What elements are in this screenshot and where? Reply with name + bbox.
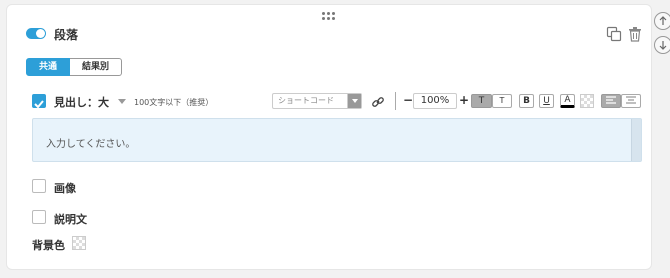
paragraph-text-input[interactable]: 入力してください。 [32, 118, 642, 162]
description-checkbox[interactable] [32, 210, 46, 224]
tab-common[interactable]: 共通 [26, 58, 71, 76]
arrow-up-icon [659, 16, 667, 25]
shortcode-select-label: ショートコード [278, 96, 334, 105]
description-label: 説明文 [54, 213, 87, 226]
background-color-label: 背景色 [32, 239, 65, 252]
align-center-icon [626, 96, 636, 104]
drag-handle-icon[interactable] [322, 12, 336, 22]
scrollbar[interactable] [631, 119, 641, 161]
zoom-level-field[interactable]: 100% [413, 93, 457, 109]
chevron-down-icon[interactable] [118, 99, 126, 104]
link-icon[interactable] [371, 94, 385, 108]
text-size-large-button[interactable]: T [471, 94, 492, 108]
zoom-in-button[interactable]: + [459, 93, 469, 107]
shortcode-select[interactable]: ショートコード [272, 93, 362, 109]
check-icon [34, 100, 44, 109]
toolbar-divider [395, 92, 396, 110]
bold-button[interactable]: B [519, 94, 534, 108]
background-color-swatch[interactable] [72, 236, 86, 250]
block-title: 段落 [54, 28, 79, 42]
copy-icon[interactable] [606, 26, 622, 42]
image-checkbox[interactable] [32, 179, 46, 193]
font-color-button[interactable]: A [560, 94, 575, 108]
heading-size-label[interactable]: 見出し：大 [54, 94, 109, 110]
input-placeholder: 入力してください。 [46, 139, 136, 150]
heading-hint: 100文字以下（推奨） [134, 98, 214, 107]
image-label: 画像 [54, 182, 76, 195]
align-left-icon [606, 96, 616, 104]
move-down-button[interactable] [654, 36, 670, 54]
underline-button[interactable]: U [539, 94, 554, 108]
text-size-small-button[interactable]: T [492, 94, 512, 108]
chevron-down-icon [347, 94, 361, 108]
move-up-button[interactable] [654, 12, 670, 30]
heading-checkbox[interactable] [32, 94, 46, 109]
block-enable-toggle[interactable] [26, 28, 46, 39]
align-left-button[interactable] [601, 94, 621, 108]
trash-icon[interactable] [627, 26, 643, 42]
tab-by-result[interactable]: 結果別 [70, 58, 123, 76]
zoom-out-button[interactable]: − [403, 93, 413, 107]
arrow-down-icon [659, 41, 667, 50]
align-center-button[interactable] [621, 94, 641, 108]
tab-bar: 共通 結果別 [26, 58, 123, 76]
highlight-color-swatch[interactable] [580, 94, 594, 108]
